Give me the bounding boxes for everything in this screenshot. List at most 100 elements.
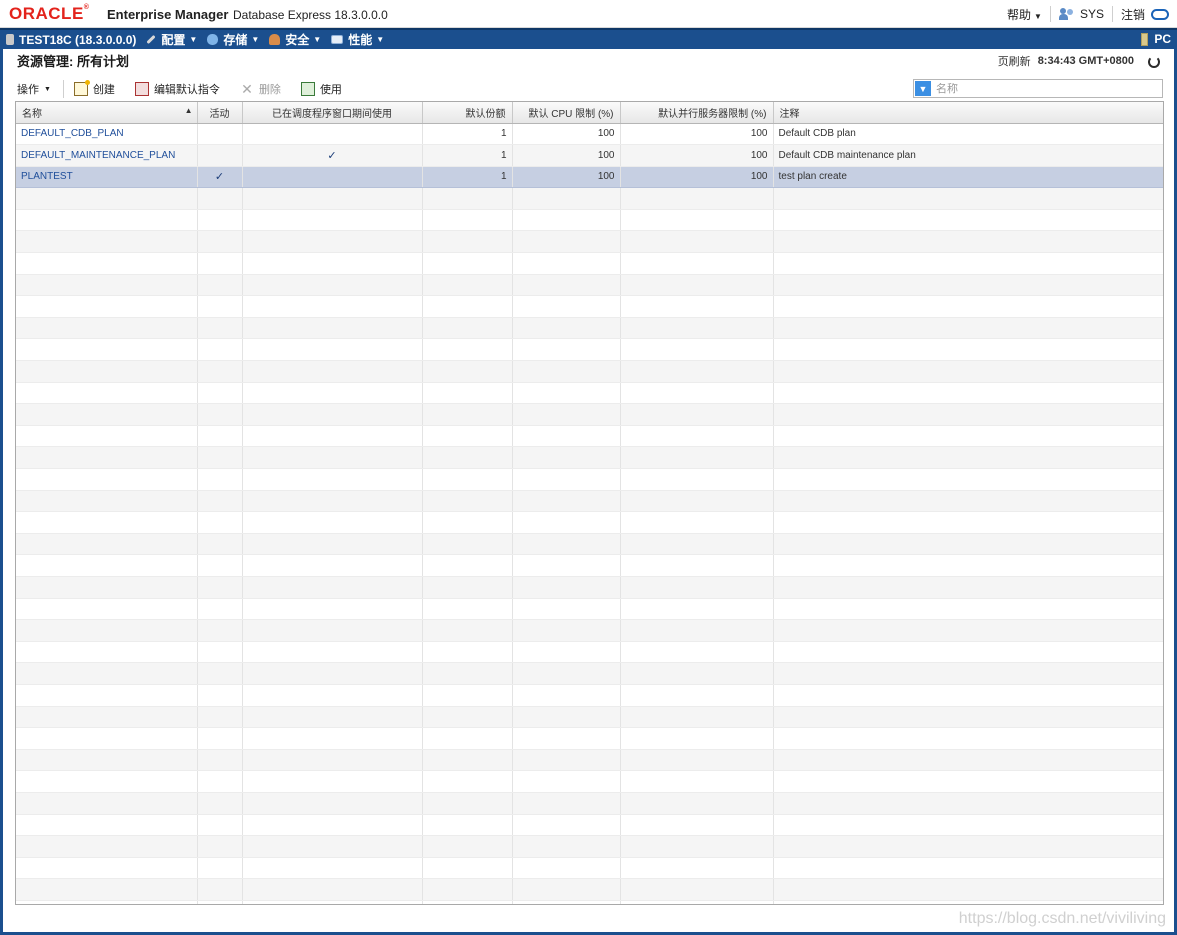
column-header-name-label: 名称 <box>22 108 42 120</box>
table-row[interactable]: DEFAULT_MAINTENANCE_PLAN ✓ 1 100 100 Def… <box>16 144 1163 167</box>
column-header-default-parallel-limit-label: 默认并行服务器限制 (%) <box>658 108 767 120</box>
empty-cell <box>197 576 243 599</box>
empty-cell <box>773 576 1163 599</box>
cell-active <box>197 123 243 146</box>
column-header-name[interactable]: 名称 ▲ <box>16 102 198 124</box>
empty-cell <box>773 857 1163 880</box>
empty-cell <box>773 382 1163 405</box>
cell-default-shares: 1 <box>422 123 513 146</box>
empty-cell <box>512 814 621 837</box>
edit-default-label: 编辑默认指令 <box>153 84 220 96</box>
nav-storage[interactable]: 存储 ▼ <box>207 31 259 48</box>
empty-cell <box>242 900 423 904</box>
empty-cell <box>242 490 423 513</box>
empty-cell <box>620 490 774 513</box>
search-filter-icon[interactable]: ▼ <box>915 81 931 96</box>
empty-cell <box>242 360 423 383</box>
actions-menu[interactable]: 操作 ▼ <box>17 81 51 97</box>
empty-cell <box>512 511 621 534</box>
empty-row <box>16 900 1163 904</box>
users-icon <box>1058 8 1075 20</box>
column-header-used-in-window[interactable]: 已在调度程序窗口期间使用 <box>242 102 423 124</box>
empty-cell <box>242 792 423 815</box>
empty-cell <box>242 857 423 880</box>
use-button[interactable]: 使用 <box>300 81 342 97</box>
column-header-default-shares[interactable]: 默认份额 <box>422 102 513 124</box>
empty-cell <box>620 706 774 729</box>
empty-cell <box>512 274 621 297</box>
nav-configuration[interactable]: 配置 ▼ <box>146 31 197 48</box>
delete-button[interactable]: ✕ 删除 <box>240 81 281 97</box>
empty-cell <box>773 598 1163 621</box>
empty-cell <box>197 511 243 534</box>
help-menu[interactable]: 帮助 ▼ <box>1007 6 1042 23</box>
empty-cell <box>16 295 198 318</box>
empty-cell <box>620 360 774 383</box>
column-header-used-in-window-label: 已在调度程序窗口期间使用 <box>272 108 392 120</box>
empty-cell <box>197 295 243 318</box>
nav-instance[interactable]: PC <box>1141 32 1171 46</box>
cell-active <box>197 144 243 167</box>
column-header-comment[interactable]: 注释 <box>773 102 1163 124</box>
plan-link[interactable]: DEFAULT_CDB_PLAN <box>21 128 124 139</box>
oracle-logo: ORACLE® <box>9 4 89 24</box>
empty-cell <box>422 835 513 858</box>
plan-link[interactable]: PLANTEST <box>21 171 73 182</box>
empty-cell <box>620 770 774 793</box>
content-frame: 资源管理: 所有计划 页刷新 8:34:43 GMT+0800 操作 ▼ 创建 … <box>0 49 1177 935</box>
empty-cell <box>773 900 1163 904</box>
plan-link[interactable]: DEFAULT_MAINTENANCE_PLAN <box>21 150 175 161</box>
empty-row <box>16 835 1163 858</box>
cell-name[interactable]: DEFAULT_CDB_PLAN <box>16 123 198 146</box>
plans-table: 名称 ▲ 活动 已在调度程序窗口期间使用 默认份额 默认 CPU 限制 (%) 默… <box>15 101 1164 905</box>
security-icon <box>269 34 281 45</box>
column-header-active[interactable]: 活动 <box>197 102 243 124</box>
table-row-selected[interactable]: PLANTEST ✓ 1 100 100 test plan create <box>16 166 1163 189</box>
empty-cell <box>242 749 423 772</box>
toolbar-divider <box>62 80 64 98</box>
logout-button[interactable]: 注销 <box>1121 6 1169 23</box>
empty-row <box>16 252 1163 275</box>
storage-icon <box>207 34 219 45</box>
empty-cell <box>242 382 423 405</box>
nav-security[interactable]: 安全 ▼ <box>269 31 321 48</box>
empty-row <box>16 684 1163 707</box>
column-header-default-cpu-limit[interactable]: 默认 CPU 限制 (%) <box>512 102 621 124</box>
user-menu[interactable]: SYS <box>1058 7 1104 21</box>
empty-cell <box>620 878 774 901</box>
empty-cell <box>422 511 513 534</box>
empty-cell <box>16 706 198 729</box>
empty-cell <box>16 576 198 599</box>
column-header-default-parallel-limit[interactable]: 默认并行服务器限制 (%) <box>620 102 774 124</box>
product-subtitle: Database Express 18.3.0.0.0 <box>233 8 388 22</box>
empty-cell <box>512 360 621 383</box>
divider <box>1049 6 1051 22</box>
empty-cell <box>197 554 243 577</box>
cell-name[interactable]: DEFAULT_MAINTENANCE_PLAN <box>16 144 198 167</box>
empty-row <box>16 403 1163 426</box>
table-row[interactable]: DEFAULT_CDB_PLAN 1 100 100 Default CDB p… <box>16 123 1163 146</box>
cell-name[interactable]: PLANTEST <box>16 166 198 189</box>
empty-cell <box>242 295 423 318</box>
empty-cell <box>16 749 198 772</box>
empty-row <box>16 598 1163 621</box>
empty-cell <box>197 490 243 513</box>
search-input[interactable] <box>936 82 1156 95</box>
refresh-icon[interactable] <box>1148 56 1160 68</box>
empty-cell <box>16 425 198 448</box>
empty-row <box>16 187 1163 210</box>
nav-performance[interactable]: 性能 ▼ <box>331 31 384 48</box>
cell-default-cpu-limit: 100 <box>512 144 621 167</box>
create-button[interactable]: 创建 <box>73 80 115 97</box>
cell-active: ✓ <box>197 166 243 189</box>
empty-cell <box>512 684 621 707</box>
empty-cell <box>16 814 198 837</box>
empty-cell <box>197 533 243 556</box>
empty-cell <box>773 706 1163 729</box>
empty-cell <box>773 814 1163 837</box>
edit-default-directive-button[interactable]: 编辑默认指令 <box>134 81 220 97</box>
nav-database[interactable]: TEST18C (18.3.0.0.0) <box>6 33 136 47</box>
empty-row <box>16 446 1163 469</box>
empty-cell <box>242 576 423 599</box>
nav-storage-label: 存储 <box>223 33 248 47</box>
